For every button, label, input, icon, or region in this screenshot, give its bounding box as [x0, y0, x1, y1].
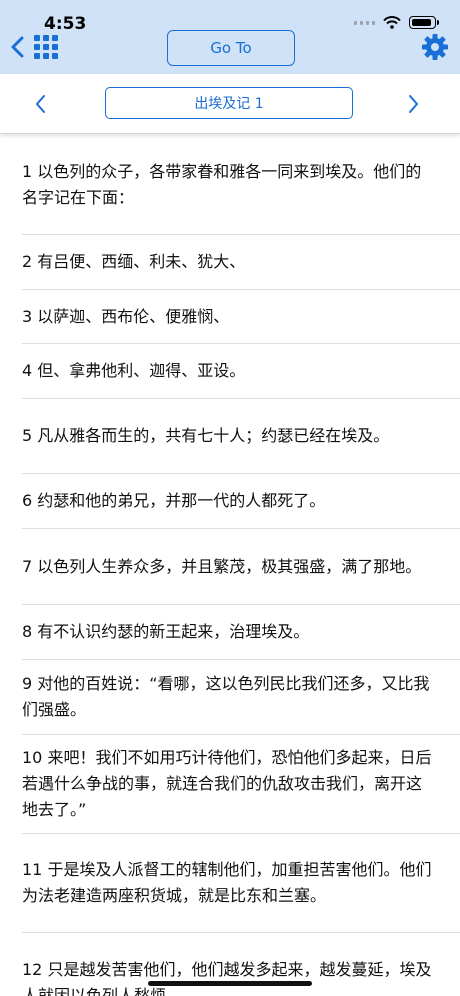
wifi-icon — [383, 16, 401, 29]
previous-chapter-icon[interactable] — [32, 92, 50, 116]
cellular-signal-icon — [354, 20, 375, 25]
verse-item[interactable]: 2 有吕便、西缅、利未、犹大、 — [22, 235, 460, 290]
verse-text: 1 以色列的众子，各带家眷和雅各一同来到埃及。他们的名字记在下面： — [22, 161, 422, 207]
verse-text: 10 来吧！我们不如用巧计待他们，恐怕他们多起来，日后若遇什么争战的事，就连合我… — [22, 748, 432, 819]
goto-button[interactable]: Go To — [167, 30, 295, 66]
verse-item[interactable]: 6 约瑟和他的弟兄，并那一代的人都死了。 — [22, 474, 460, 529]
verse-text: 5 凡从雅各而生的，共有七十人；约瑟已经在埃及。 — [22, 426, 390, 445]
back-chevron-icon[interactable] — [8, 36, 28, 58]
settings-gear-icon[interactable] — [421, 33, 449, 61]
chapter-bar: 出埃及记 1 — [0, 74, 460, 134]
home-indicator[interactable] — [148, 981, 312, 986]
verse-text: 12 只是越发苦害他们，他们越发多起来，越发蔓延，埃及人就因以色列人愁烦。 — [22, 959, 432, 996]
verse-item[interactable]: 5 凡从雅各而生的，共有七十人；约瑟已经在埃及。 — [22, 399, 460, 474]
verse-text: 4 但、拿弗他利、迦得、亚设。 — [22, 361, 246, 380]
verse-text: 11 于是埃及人派督工的辖制他们，加重担苦害他们。他们为法老建造两座积货城，就是… — [22, 860, 432, 905]
verse-item[interactable]: 12 只是越发苦害他们，他们越发多起来，越发蔓延，埃及人就因以色列人愁烦。 — [22, 933, 460, 996]
verse-text: 8 有不认识约瑟的新王起来，治理埃及。 — [22, 622, 310, 641]
verse-item[interactable]: 11 于是埃及人派督工的辖制他们，加重担苦害他们。他们为法老建造两座积货城，就是… — [22, 834, 460, 933]
next-chapter-icon[interactable] — [404, 92, 422, 116]
verse-text: 2 有吕便、西缅、利未、犹大、 — [22, 252, 246, 271]
battery-icon — [409, 16, 439, 29]
status-time: 4:53 — [44, 14, 87, 34]
verse-item[interactable]: 8 有不认识约瑟的新王起来，治理埃及。 — [22, 605, 460, 660]
top-nav-bar: 4:53 Go To — [0, 0, 460, 74]
verse-item[interactable]: 4 但、拿弗他利、迦得、亚设。 — [22, 344, 460, 399]
chapter-select-button[interactable]: 出埃及记 1 — [105, 87, 353, 119]
verse-item[interactable]: 1 以色列的众子，各带家眷和雅各一同来到埃及。他们的名字记在下面： — [22, 135, 460, 235]
verse-text: 7 以色列人生养众多，并且繁茂，极其强盛，满了那地。 — [22, 556, 422, 576]
status-icons — [354, 16, 439, 29]
verse-item[interactable]: 10 来吧！我们不如用巧计待他们，恐怕他们多起来，日后若遇什么争战的事，就连合我… — [22, 735, 460, 834]
verse-item[interactable]: 3 以萨迦、西布伦、便雅悯、 — [22, 290, 460, 344]
verse-text: 9 对他的百姓说：“看哪，这以色列民比我们还多，又比我们强盛。 — [22, 674, 430, 719]
book-grid-icon[interactable] — [34, 35, 58, 59]
verse-item[interactable]: 9 对他的百姓说：“看哪，这以色列民比我们还多，又比我们强盛。 — [22, 660, 460, 735]
verse-item[interactable]: 7 以色列人生养众多，并且繁茂，极其强盛，满了那地。 — [22, 529, 460, 605]
verse-text: 6 约瑟和他的弟兄，并那一代的人都死了。 — [22, 491, 326, 510]
verse-text: 3 以萨迦、西布伦、便雅悯、 — [22, 306, 230, 326]
verse-list: 1 以色列的众子，各带家眷和雅各一同来到埃及。他们的名字记在下面： 2 有吕便、… — [0, 135, 460, 996]
